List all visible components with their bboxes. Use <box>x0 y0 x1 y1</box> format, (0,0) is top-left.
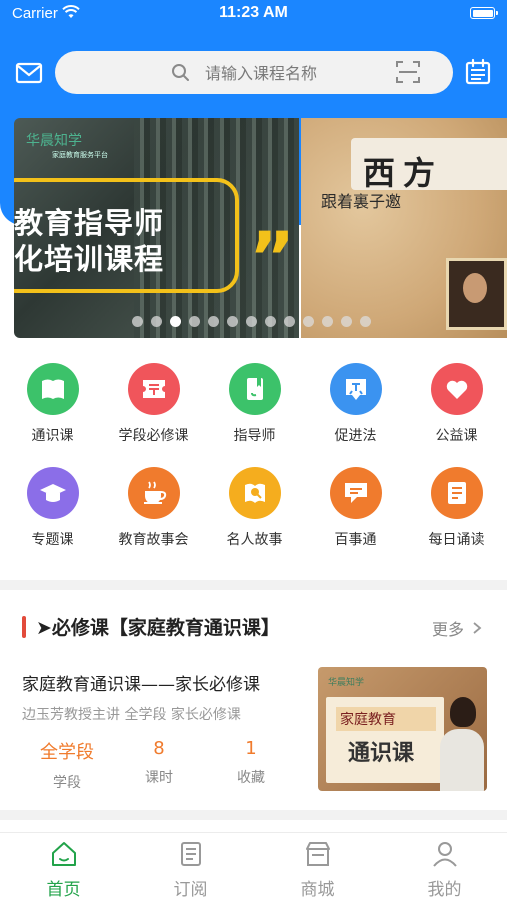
category-label: 促进法 <box>334 428 377 444</box>
document-icon <box>430 467 483 519</box>
category-item[interactable]: 名人故事 <box>204 467 305 549</box>
category-label: 指导师 <box>233 428 276 444</box>
tab-mine[interactable]: 我的 <box>381 839 507 900</box>
category-item[interactable]: 公益课 <box>406 363 507 445</box>
heart-icon <box>430 363 483 415</box>
tab-store[interactable]: 商城 <box>254 839 381 900</box>
tab-bar: 首页 订阅 商城 我的 <box>0 832 507 900</box>
tab-label: 我的 <box>427 880 462 900</box>
list-icon <box>180 842 201 866</box>
stat-label: 收藏 <box>237 770 265 786</box>
category-item[interactable]: 百事通 <box>305 467 406 549</box>
stat-value: 全学段 <box>40 742 94 763</box>
reader-icon <box>228 467 281 519</box>
notebook-icon <box>228 363 281 415</box>
category-label: 专题课 <box>31 532 74 548</box>
category-label: 每日诵读 <box>428 532 485 548</box>
stat-value: 1 <box>245 738 257 759</box>
carousel-dots[interactable] <box>132 316 371 327</box>
course-stat-stage: 全学段 学段 <box>22 738 112 792</box>
section-title: ➤必修课【家庭教育通识课】 <box>36 617 280 639</box>
category-label: 名人故事 <box>226 532 283 548</box>
carousel-dot[interactable] <box>151 316 162 327</box>
tab-label: 首页 <box>46 880 81 900</box>
category-label: 通识课 <box>31 428 74 444</box>
course-title[interactable]: 家庭教育通识课——家长必修课 <box>22 670 260 695</box>
carousel-dot[interactable] <box>132 316 143 327</box>
search-bar[interactable] <box>55 51 453 94</box>
calendar-icon <box>465 58 491 85</box>
banner-carousel[interactable]: 华晨知学 家庭教育服务平台 ” 教育指导师 化培训课程 西方 跟着裏子邀 <box>14 118 507 338</box>
thumb-title-line-1: 家庭教育 <box>340 712 396 728</box>
carousel-dot[interactable] <box>170 316 181 327</box>
carousel-dot[interactable] <box>303 316 314 327</box>
carousel-dot[interactable] <box>265 316 276 327</box>
tab-label: 订阅 <box>173 880 208 900</box>
carousel-dot[interactable] <box>189 316 200 327</box>
category-label: 学段必修课 <box>118 428 189 444</box>
banner-slide-1[interactable]: 华晨知学 家庭教育服务平台 ” 教育指导师 化培训课程 <box>14 118 299 338</box>
carousel-dot[interactable] <box>341 316 352 327</box>
teacup-icon <box>127 467 180 519</box>
store-icon <box>305 842 330 866</box>
book-icon <box>26 363 79 415</box>
course-thumbnail[interactable]: 华晨知学 家庭教育 通识课 <box>318 667 487 791</box>
status-bar: Carrier 11:23 AM <box>0 0 507 30</box>
category-item[interactable]: 教育故事会 <box>103 467 204 549</box>
scan-icon[interactable] <box>395 59 421 85</box>
graduation-cap-icon <box>26 467 79 519</box>
tab-subscribe[interactable]: 订阅 <box>127 839 254 900</box>
carousel-dot[interactable] <box>227 316 238 327</box>
battery-icon <box>470 7 498 19</box>
section-divider <box>0 580 507 590</box>
category-item[interactable]: 指导师 <box>204 363 305 445</box>
section-accent-bar <box>22 616 26 638</box>
category-item[interactable]: 促进法 <box>305 363 406 445</box>
category-label: 百事通 <box>334 532 377 548</box>
category-item[interactable]: 每日诵读 <box>406 467 507 549</box>
lecturer-photo <box>440 697 484 791</box>
category-item[interactable]: 通识课 <box>2 363 103 445</box>
carousel-dot[interactable] <box>208 316 219 327</box>
slide-2-subtitle: 跟着裏子邀 <box>321 192 402 211</box>
carousel-dot[interactable] <box>284 316 295 327</box>
tab-home[interactable]: 首页 <box>0 839 127 900</box>
slide-title-line-2: 化培训课程 <box>14 242 165 276</box>
chat-bubble-icon <box>329 467 382 519</box>
category-label: 教育故事会 <box>118 532 189 548</box>
search-input[interactable] <box>205 60 385 86</box>
course-stat-lessons: 8 课时 <box>114 738 204 787</box>
tab-label: 商城 <box>300 880 335 900</box>
carousel-dot[interactable] <box>360 316 371 327</box>
category-item[interactable]: 专题课 <box>2 467 103 549</box>
chevron-right-icon <box>467 620 482 639</box>
ticket-icon <box>127 363 180 415</box>
banner-slide-2[interactable]: 西方 跟着裏子邀 <box>301 118 507 338</box>
mail-button[interactable] <box>14 58 44 88</box>
stat-value: 8 <box>153 738 165 759</box>
stat-label: 学段 <box>53 775 81 791</box>
clock: 11:23 AM <box>219 4 288 21</box>
category-item[interactable]: 学段必修课 <box>103 363 204 445</box>
home-icon <box>51 842 76 866</box>
slide-logo: 华晨知学 家庭教育服务平台 <box>26 133 108 159</box>
stat-label: 课时 <box>145 770 173 786</box>
carousel-dot[interactable] <box>322 316 333 327</box>
course-stat-favorites: 1 收藏 <box>206 738 296 787</box>
carousel-dot[interactable] <box>246 316 257 327</box>
search-icon <box>172 64 189 81</box>
mail-icon <box>15 62 43 84</box>
course-subtitle: 边玉芳教授主讲 全学段 家长必修课 <box>22 707 241 723</box>
more-link[interactable]: 更多 <box>432 616 482 640</box>
thumb-logo: 华晨知学 <box>328 678 365 688</box>
more-label: 更多 <box>432 620 465 639</box>
calendar-button[interactable] <box>463 57 493 87</box>
thumb-title-line-2: 通识课 <box>348 740 415 766</box>
law-badge-icon <box>329 363 382 415</box>
portrait-image <box>446 258 507 330</box>
section-divider-bottom <box>0 810 507 820</box>
person-icon <box>432 842 457 867</box>
thumb-title-box: 家庭教育 <box>336 707 436 731</box>
category-label: 公益课 <box>435 428 478 444</box>
